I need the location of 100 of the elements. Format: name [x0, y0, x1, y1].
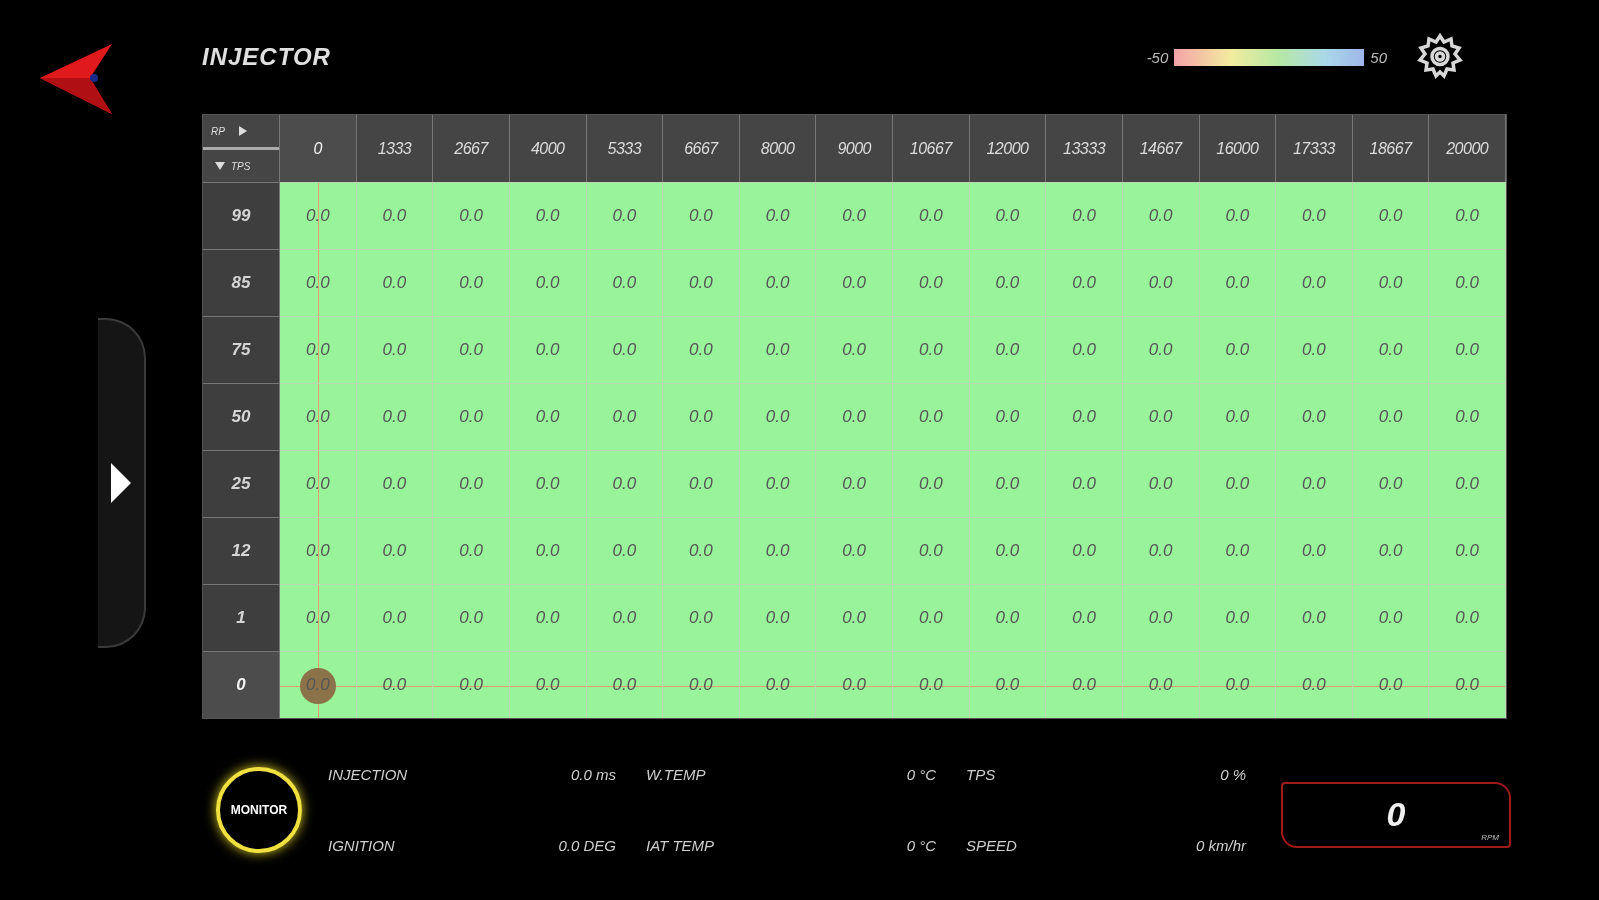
table-cell[interactable]: 0.0: [586, 383, 664, 450]
back-arrow-icon[interactable]: [40, 44, 112, 114]
table-cell[interactable]: 0.0: [1046, 316, 1123, 383]
table-cell[interactable]: 0.0: [1199, 450, 1277, 517]
table-cell[interactable]: 0.0: [1046, 651, 1123, 718]
table-cell[interactable]: 0.0: [1122, 316, 1200, 383]
table-cell[interactable]: 0.0: [586, 182, 664, 249]
table-cell[interactable]: 0.0: [1276, 584, 1353, 651]
table-cell[interactable]: 0.0: [1046, 182, 1123, 249]
table-cell[interactable]: 0.0: [663, 182, 740, 249]
table-cell[interactable]: 0.0: [969, 584, 1047, 651]
table-cell[interactable]: 0.0: [509, 517, 587, 584]
table-cell[interactable]: 0.0: [509, 584, 587, 651]
table-cell[interactable]: 0.0: [969, 249, 1047, 316]
table-cell[interactable]: 0.0: [1352, 383, 1430, 450]
table-cell[interactable]: 0.0: [1352, 316, 1430, 383]
table-cell[interactable]: 0.0: [1429, 383, 1506, 450]
table-cell[interactable]: 0.0: [1122, 182, 1200, 249]
table-cell[interactable]: 0.0: [1352, 182, 1430, 249]
table-cell[interactable]: 0.0: [663, 316, 740, 383]
table-cell[interactable]: 0.0: [1276, 249, 1353, 316]
table-cell[interactable]: 0.0: [1429, 651, 1506, 718]
table-cell[interactable]: 0.0: [893, 450, 970, 517]
table-cell[interactable]: 0.0: [969, 651, 1047, 718]
table-cell[interactable]: 0.0: [1276, 316, 1353, 383]
table-cell[interactable]: 0.0: [586, 584, 664, 651]
table-cell[interactable]: 0.0: [893, 584, 970, 651]
table-cell[interactable]: 0.0: [1352, 450, 1430, 517]
table-cell[interactable]: 0.0: [433, 584, 510, 651]
table-cell[interactable]: 0.0: [1046, 383, 1123, 450]
table-cell[interactable]: 0.0: [1276, 383, 1353, 450]
table-cell[interactable]: 0.0: [356, 450, 434, 517]
table-cell[interactable]: 0.0: [509, 182, 587, 249]
table-cell[interactable]: 0.0: [1429, 450, 1506, 517]
table-cell[interactable]: 0.0: [1199, 651, 1277, 718]
table-cell[interactable]: 0.0: [739, 316, 817, 383]
table-cell[interactable]: 0.0: [280, 249, 357, 316]
settings-icon[interactable]: [1415, 32, 1465, 82]
table-cell[interactable]: 0.0: [893, 383, 970, 450]
table-cell[interactable]: 0.0: [1199, 584, 1277, 651]
table-cell[interactable]: 0.0: [1429, 249, 1506, 316]
table-cell[interactable]: 0.0: [1276, 651, 1353, 718]
table-cell[interactable]: 0.0: [816, 182, 893, 249]
table-cell[interactable]: 0.0: [356, 249, 434, 316]
table-cell[interactable]: 0.0: [663, 450, 740, 517]
table-cell[interactable]: 0.0: [816, 249, 893, 316]
table-cell[interactable]: 0.0: [1046, 517, 1123, 584]
table-cell[interactable]: 0.0: [739, 651, 817, 718]
table-cell[interactable]: 0.0: [739, 182, 817, 249]
table-cell[interactable]: 0.0: [1429, 182, 1506, 249]
table-cell[interactable]: 0.0: [663, 383, 740, 450]
table-cell[interactable]: 0.0: [1122, 584, 1200, 651]
table-cell[interactable]: 0.0: [586, 450, 664, 517]
table-cell[interactable]: 0.0: [509, 383, 587, 450]
table-cell[interactable]: 0.0: [433, 450, 510, 517]
table-cell[interactable]: 0.0: [739, 517, 817, 584]
table-cell[interactable]: 0.0: [739, 249, 817, 316]
table-cell[interactable]: 0.0: [969, 316, 1047, 383]
table-cell[interactable]: 0.0: [893, 182, 970, 249]
table-cell[interactable]: 0.0: [663, 249, 740, 316]
table-cell[interactable]: 0.0: [356, 316, 434, 383]
table-cell[interactable]: 0.0: [969, 450, 1047, 517]
table-cell[interactable]: 0.0: [1199, 517, 1277, 584]
table-cell[interactable]: 0.0: [433, 651, 510, 718]
table-cell[interactable]: 0.0: [280, 450, 357, 517]
table-cell[interactable]: 0.0: [663, 651, 740, 718]
table-cell[interactable]: 0.0: [1276, 450, 1353, 517]
table-cell[interactable]: 0.0: [816, 517, 893, 584]
table-cell[interactable]: 0.0: [356, 517, 434, 584]
table-cell[interactable]: 0.0: [1199, 316, 1277, 383]
table-cell[interactable]: 0.0: [433, 316, 510, 383]
table-cell[interactable]: 0.0: [969, 182, 1047, 249]
table-cell[interactable]: 0.0: [663, 517, 740, 584]
table-cell[interactable]: 0.0: [1122, 383, 1200, 450]
table-cell[interactable]: 0.0: [586, 651, 664, 718]
table-cell[interactable]: 0.0: [509, 450, 587, 517]
table-cell[interactable]: 0.0: [1122, 517, 1200, 584]
table-cell[interactable]: 0.0: [1122, 249, 1200, 316]
table-cell[interactable]: 0.0: [1429, 584, 1506, 651]
table-cell[interactable]: 0.0: [433, 517, 510, 584]
table-cell[interactable]: 0.0: [969, 517, 1047, 584]
table-cell[interactable]: 0.0: [1352, 249, 1430, 316]
table-cell[interactable]: 0.0: [356, 651, 434, 718]
side-panel-tab[interactable]: [98, 318, 146, 648]
table-cell[interactable]: 0.0: [1276, 182, 1353, 249]
table-cell[interactable]: 0.0: [356, 584, 434, 651]
table-cell[interactable]: 0.0: [280, 383, 357, 450]
table-cell[interactable]: 0.0: [816, 651, 893, 718]
table-cell[interactable]: 0.0: [1046, 450, 1123, 517]
table-cell[interactable]: 0.0: [1046, 249, 1123, 316]
table-cell[interactable]: 0.0: [816, 316, 893, 383]
table-cell[interactable]: 0.0: [433, 249, 510, 316]
table-cell[interactable]: 0.0: [1276, 517, 1353, 584]
table-cell[interactable]: 0.0: [509, 249, 587, 316]
table-cell[interactable]: 0.0: [1122, 651, 1200, 718]
table-cell[interactable]: 0.0: [586, 316, 664, 383]
table-cell[interactable]: 0.0: [586, 517, 664, 584]
table-cell[interactable]: 0.0: [1352, 517, 1430, 584]
table-cell[interactable]: 0.0: [1352, 584, 1430, 651]
table-cell[interactable]: 0.0: [509, 651, 587, 718]
